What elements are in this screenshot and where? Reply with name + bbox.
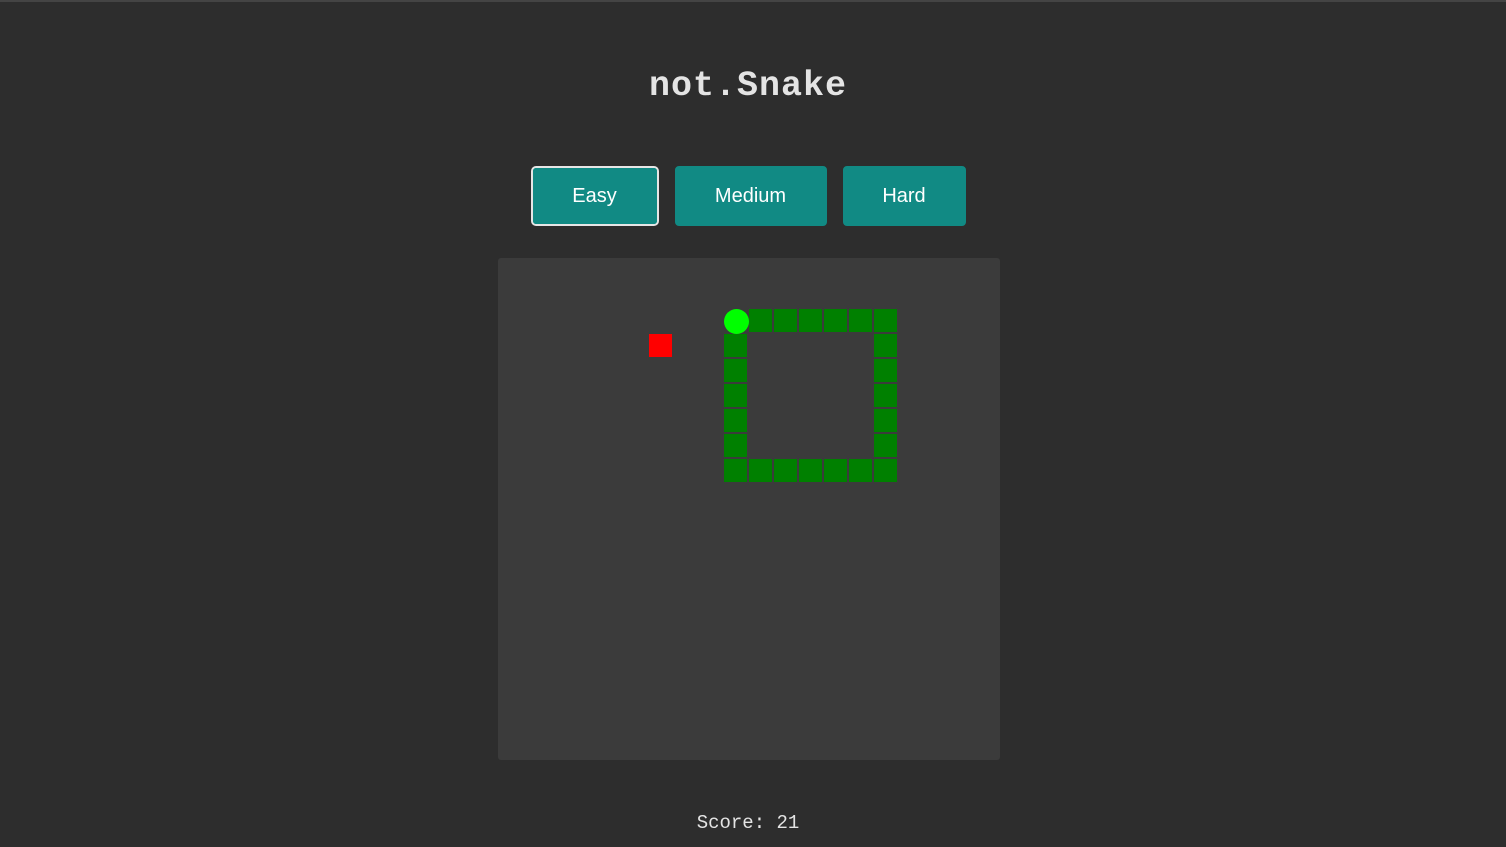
score-display: Score: 21 bbox=[696, 812, 800, 834]
snake-segment bbox=[874, 309, 897, 332]
snake-segment bbox=[724, 409, 747, 432]
snake-segment bbox=[774, 459, 797, 482]
snake-segment bbox=[824, 459, 847, 482]
snake-segment bbox=[849, 309, 872, 332]
snake-segment bbox=[799, 309, 822, 332]
snake-head bbox=[724, 309, 749, 334]
snake-segment bbox=[724, 459, 747, 482]
snake-segment bbox=[849, 459, 872, 482]
game-canvas[interactable] bbox=[498, 258, 1000, 760]
medium-button[interactable]: Medium bbox=[674, 166, 827, 226]
game-board[interactable] bbox=[498, 258, 1000, 760]
game-title: not.Snake bbox=[648, 66, 848, 106]
hard-button[interactable]: Hard bbox=[842, 166, 966, 226]
snake-segment bbox=[724, 334, 747, 357]
difficulty-selector: Easy Medium Hard bbox=[0, 166, 1496, 226]
snake-segment bbox=[724, 384, 747, 407]
snake-segment bbox=[874, 459, 897, 482]
snake-segment bbox=[724, 434, 747, 457]
snake-segment bbox=[749, 309, 772, 332]
snake-segment bbox=[874, 384, 897, 407]
snake-segment bbox=[874, 334, 897, 357]
snake-segment bbox=[799, 459, 822, 482]
snake-segment bbox=[874, 409, 897, 432]
food-item bbox=[649, 334, 672, 357]
snake-segment bbox=[824, 309, 847, 332]
snake-segment bbox=[724, 359, 747, 382]
snake-segment bbox=[749, 459, 772, 482]
snake-segment bbox=[774, 309, 797, 332]
easy-button[interactable]: Easy bbox=[530, 166, 659, 226]
snake-segment bbox=[874, 434, 897, 457]
snake-segment bbox=[874, 359, 897, 382]
